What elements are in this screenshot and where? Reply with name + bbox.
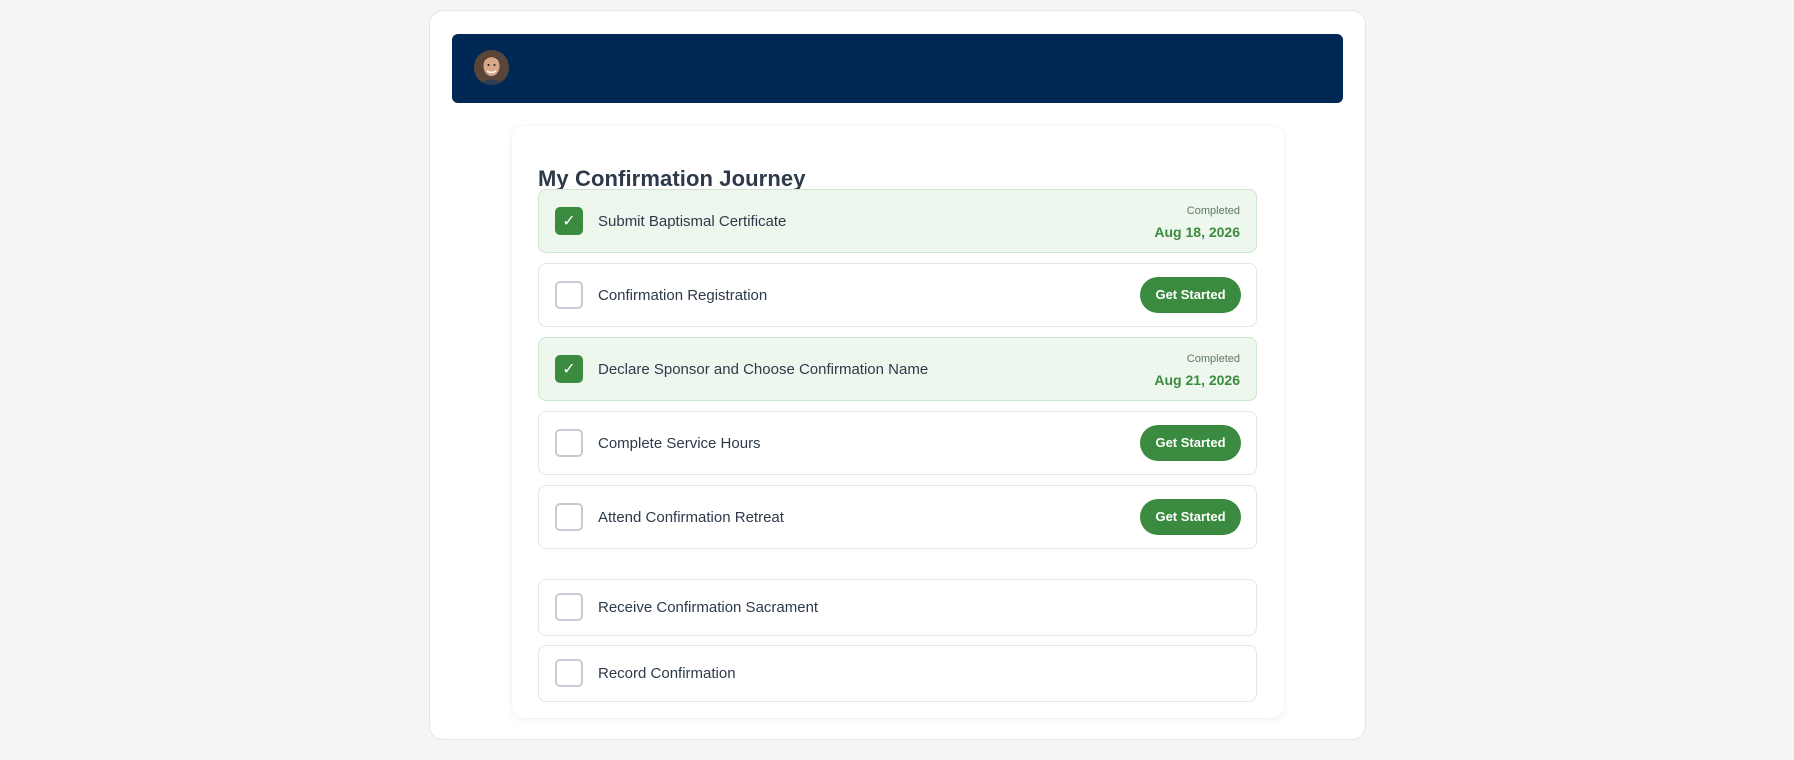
- get-started-button[interactable]: Get Started: [1140, 425, 1241, 461]
- step-label: Declare Sponsor and Choose Confirmation …: [598, 361, 929, 378]
- journey-card: My Confirmation Journey ✓ Submit Baptism…: [512, 126, 1284, 718]
- step-label: Complete Service Hours: [598, 435, 761, 452]
- step-status: Completed Aug 21, 2026: [1154, 352, 1240, 390]
- step-checkbox[interactable]: [555, 659, 583, 687]
- check-icon: ✓: [562, 211, 576, 230]
- get-started-button[interactable]: Get Started: [1140, 277, 1241, 313]
- step-checkbox[interactable]: [555, 503, 583, 531]
- avatar-photo-icon: [474, 50, 509, 85]
- step-checkbox[interactable]: [555, 593, 583, 621]
- step-receive-confirmation-sacrament: Receive Confirmation Sacrament: [538, 579, 1257, 636]
- step-record-confirmation: Record Confirmation: [538, 645, 1257, 702]
- step-declare-sponsor: ✓ Declare Sponsor and Choose Confirmatio…: [538, 337, 1257, 401]
- step-complete-service-hours: Complete Service Hours Get Started: [538, 411, 1257, 475]
- step-label: Submit Baptismal Certificate: [598, 213, 787, 230]
- step-attend-confirmation-retreat: Attend Confirmation Retreat Get Started: [538, 485, 1257, 549]
- get-started-button[interactable]: Get Started: [1140, 499, 1241, 535]
- check-icon: ✓: [562, 359, 576, 378]
- status-label: Completed: [1186, 205, 1240, 217]
- user-avatar[interactable]: [474, 50, 509, 85]
- step-checkbox-checked[interactable]: ✓: [555, 355, 583, 383]
- step-submit-baptismal-certificate: ✓ Submit Baptismal Certificate Completed…: [538, 189, 1257, 253]
- step-confirmation-registration: Confirmation Registration Get Started: [538, 263, 1257, 327]
- step-label: Receive Confirmation Sacrament: [598, 599, 819, 616]
- step-checkbox[interactable]: [555, 281, 583, 309]
- step-label: Confirmation Registration: [598, 287, 768, 304]
- completion-date: Aug 18, 2026: [1154, 224, 1240, 240]
- completion-date: Aug 21, 2026: [1154, 372, 1240, 388]
- step-checkbox[interactable]: [555, 429, 583, 457]
- top-navigation-bar: [452, 34, 1343, 103]
- step-label: Attend Confirmation Retreat: [598, 509, 784, 526]
- main-container: My Confirmation Journey ✓ Submit Baptism…: [429, 10, 1366, 740]
- step-label: Record Confirmation: [598, 665, 736, 682]
- status-label: Completed: [1186, 353, 1240, 365]
- step-checkbox-checked[interactable]: ✓: [555, 207, 583, 235]
- step-status: Completed Aug 18, 2026: [1154, 204, 1240, 242]
